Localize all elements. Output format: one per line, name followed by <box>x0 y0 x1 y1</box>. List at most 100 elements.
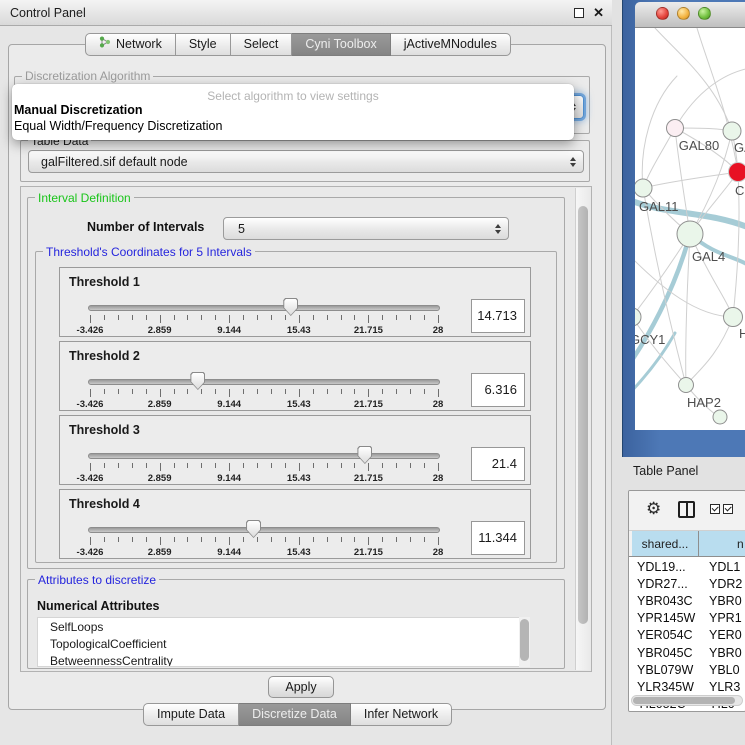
tick-mark <box>146 537 147 542</box>
slider-handle[interactable] <box>357 446 372 464</box>
network-node-gcy1[interactable] <box>635 308 641 326</box>
network-node-h[interactable] <box>724 308 743 327</box>
table-row[interactable]: YER054CYER0 <box>629 627 745 644</box>
algorithm-dropdown-popup: Select algorithm to view settings Manual… <box>12 84 574 140</box>
tab-infer-network[interactable]: Infer Network <box>351 703 452 726</box>
popup-option-manual-discretization[interactable]: Manual Discretization <box>14 103 143 117</box>
threshold-slider[interactable]: -3.4262.8599.14415.4321.71528 <box>88 296 440 336</box>
attribute-item-topologicalcoefficient[interactable]: TopologicalCoefficient <box>38 635 528 652</box>
table-row[interactable]: YPR145WYPR1 <box>629 610 745 627</box>
tick-mark <box>299 537 300 545</box>
tick-label: 15.43 <box>287 547 311 558</box>
tab-select[interactable]: Select <box>231 33 293 56</box>
tick-label: -3.426 <box>77 473 104 484</box>
gear-icon[interactable]: ⚙ <box>646 499 661 519</box>
tick-label: 2.859 <box>148 325 172 336</box>
table-row[interactable]: YBR043CYBR0 <box>629 592 745 609</box>
bottom-tab-bar: Impute DataDiscretize DataInfer Network <box>143 703 452 726</box>
numerical-attributes-list[interactable]: SelfLoopsTopologicalCoefficientBetweenne… <box>37 617 529 667</box>
checkbox-icon[interactable] <box>723 504 733 514</box>
slider-handle[interactable] <box>246 520 261 538</box>
cell-shared-name: YER054C <box>629 628 699 642</box>
combo-arrows-icon <box>570 157 576 167</box>
threshold-value-field[interactable]: 11.344 <box>471 521 525 555</box>
table-row[interactable]: YDL19...YDL1 <box>629 558 745 575</box>
network-node-c[interactable] <box>729 163 745 182</box>
interval-definition-title: Interval Definition <box>35 191 134 205</box>
apply-button[interactable]: Apply <box>268 676 334 698</box>
tick-mark <box>146 315 147 320</box>
slider-track[interactable] <box>88 379 440 385</box>
threshold-value-field[interactable]: 21.4 <box>471 447 525 481</box>
attribute-item-selfloops[interactable]: SelfLoops <box>38 618 528 635</box>
threshold-value-field[interactable]: 6.316 <box>471 373 525 407</box>
tick-label: 28 <box>433 399 444 410</box>
settings-vertical-scrollbar[interactable] <box>575 188 590 670</box>
tab-style[interactable]: Style <box>176 33 231 56</box>
tick-mark <box>327 537 328 542</box>
close-icon[interactable]: ✕ <box>593 5 604 21</box>
minimize-traffic-light-icon[interactable] <box>677 7 690 20</box>
network-graph: GAL80GACGAL11GAL4GCY1HHAP2 <box>635 28 745 430</box>
tab-label: Cyni Toolbox <box>305 34 376 55</box>
network-icon <box>99 34 111 55</box>
network-window-titlebar[interactable] <box>635 2 745 28</box>
threshold-label: Threshold 3 <box>69 423 140 437</box>
tick-mark <box>313 389 314 394</box>
threshold-slider[interactable]: -3.4262.8599.14415.4321.71528 <box>88 444 440 484</box>
slider-track[interactable] <box>88 453 440 459</box>
close-traffic-light-icon[interactable] <box>656 7 669 20</box>
tick-label: 9.144 <box>217 547 241 558</box>
table-panel-title: Table Panel <box>633 464 698 478</box>
network-view-window[interactable]: GAL80GACGAL11GAL4GCY1HHAP2 <box>622 0 745 457</box>
table-row[interactable]: YLR345WYLR3 <box>629 678 745 695</box>
network-node-hap2[interactable] <box>679 378 694 393</box>
popup-option-equal-width-frequency-discretization[interactable]: Equal Width/Frequency Discretization <box>14 119 222 133</box>
zoom-traffic-light-icon[interactable] <box>698 7 711 20</box>
tab-cyni-toolbox[interactable]: Cyni Toolbox <box>292 33 390 56</box>
network-node[interactable] <box>713 410 727 424</box>
tick-mark <box>118 537 119 542</box>
scrollbar-thumb[interactable] <box>633 697 735 704</box>
slider-tick-labels: -3.4262.8599.14415.4321.71528 <box>90 547 438 558</box>
table-row[interactable]: YDR27...YDR2 <box>629 575 745 592</box>
popup-hint: Select algorithm to view settings <box>12 89 574 103</box>
attributes-scrollbar[interactable] <box>519 617 530 667</box>
network-node-gal11[interactable] <box>635 179 652 197</box>
column-header-name[interactable]: n <box>699 531 745 556</box>
slider-track[interactable] <box>88 305 440 311</box>
table-row[interactable]: YBL079WYBL0 <box>629 661 745 678</box>
tick-mark <box>382 315 383 320</box>
threshold-slider[interactable]: -3.4262.8599.14415.4321.71528 <box>88 518 440 558</box>
threshold-panel-3: Threshold 3 -3.4262.8599.14415.4321.71528… <box>59 415 531 485</box>
column-header-shared-name[interactable]: shared... <box>629 531 699 556</box>
tab-impute-data[interactable]: Impute Data <box>143 703 239 726</box>
threshold-value-field[interactable]: 14.713 <box>471 299 525 333</box>
tab-jactivemnodules[interactable]: jActiveMNodules <box>391 33 511 56</box>
tick-mark <box>271 389 272 394</box>
scrollbar-thumb[interactable] <box>578 206 588 624</box>
network-node-ga[interactable] <box>723 122 741 140</box>
attribute-item-betweennesscentrality[interactable]: BetweennessCentrality <box>38 652 528 667</box>
table-horizontal-scrollbar[interactable] <box>631 695 743 706</box>
network-node-gal4[interactable] <box>677 221 703 247</box>
tick-label: 21.715 <box>354 473 383 484</box>
table-data-combobox[interactable]: galFiltered.sif default node <box>28 150 584 173</box>
network-node-gal80[interactable] <box>667 120 684 137</box>
checkbox-icon[interactable] <box>710 504 720 514</box>
tick-mark <box>90 389 91 397</box>
threshold-panel-2: Threshold 2-3.4262.8599.14415.4321.71528… <box>59 341 531 411</box>
slider-track[interactable] <box>88 527 440 533</box>
network-canvas[interactable]: GAL80GACGAL11GAL4GCY1HHAP2 <box>635 28 745 430</box>
table-row[interactable]: YBR045CYBR0 <box>629 644 745 661</box>
slider-handle[interactable] <box>190 372 205 390</box>
tab-discretize-data[interactable]: Discretize Data <box>239 703 351 726</box>
split-columns-icon[interactable] <box>678 501 695 518</box>
slider-ticks <box>90 315 438 324</box>
scrollbar-thumb[interactable] <box>520 619 529 661</box>
float-window-icon[interactable] <box>574 8 584 18</box>
threshold-slider[interactable]: -3.4262.8599.14415.4321.71528 <box>88 370 440 410</box>
tab-network[interactable]: Network <box>85 33 176 56</box>
number-of-intervals-combobox[interactable]: 5 <box>223 217 509 240</box>
slider-handle[interactable] <box>283 298 298 316</box>
